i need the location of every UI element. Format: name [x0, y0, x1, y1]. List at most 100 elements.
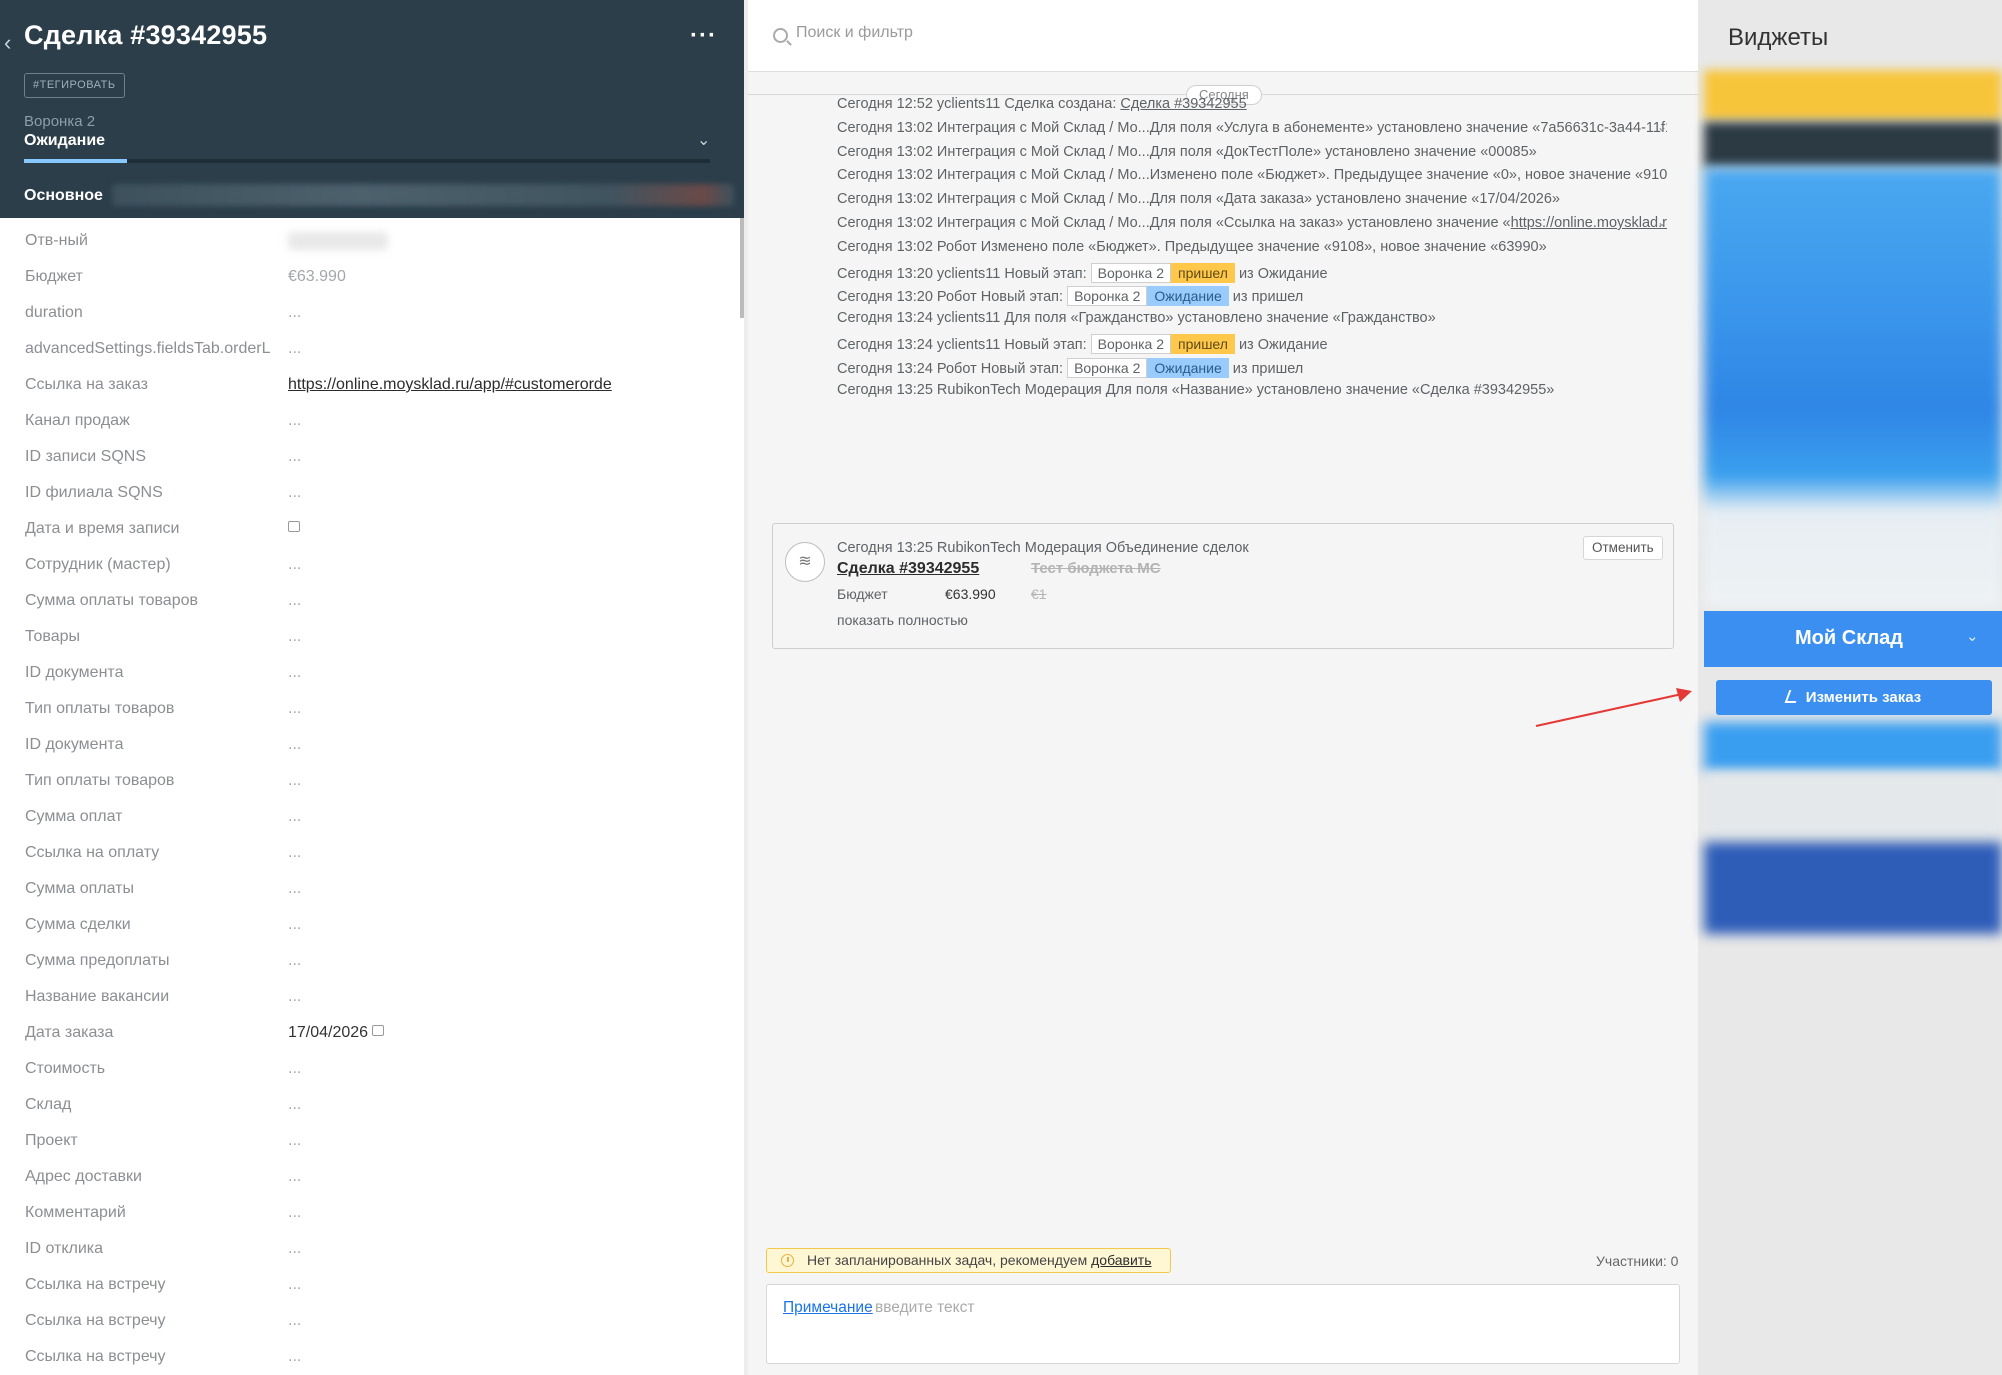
- field-value[interactable]: ...: [288, 736, 301, 754]
- field-label: ID документа: [25, 664, 124, 681]
- field-value[interactable]: ...: [288, 916, 301, 934]
- field-value[interactable]: 17/04/2026: [288, 1024, 385, 1042]
- field-row[interactable]: Ссылка на встречу...: [0, 1312, 740, 1348]
- add-task-link[interactable]: добавить: [1091, 1252, 1151, 1268]
- more-options-button[interactable]: ···: [690, 22, 717, 50]
- field-value[interactable]: ...: [288, 484, 301, 502]
- chevron-down-icon[interactable]: ⌄: [697, 130, 710, 150]
- field-row[interactable]: duration...: [0, 304, 740, 340]
- field-value[interactable]: ...: [288, 628, 301, 646]
- field-row[interactable]: Название вакансии...: [0, 988, 740, 1024]
- field-value[interactable]: ...: [288, 1240, 301, 1258]
- field-row[interactable]: Ссылка на встречу...: [0, 1276, 740, 1312]
- field-row[interactable]: Сумма сделки...: [0, 916, 740, 952]
- field-value[interactable]: ...: [288, 988, 301, 1006]
- field-row[interactable]: Стоимость...: [0, 1060, 740, 1096]
- expand-chevron-icon[interactable]: ⌄: [1657, 120, 1667, 134]
- responsible-user-blurred[interactable]: [288, 232, 388, 250]
- field-value[interactable]: ...: [288, 1348, 301, 1366]
- field-row[interactable]: Склад...: [0, 1096, 740, 1132]
- field-value[interactable]: ...: [288, 700, 301, 718]
- show-all-link[interactable]: показать полностью: [837, 612, 968, 628]
- calendar-icon[interactable]: [288, 521, 300, 533]
- field-row[interactable]: ID документа...: [0, 736, 740, 772]
- event-link[interactable]: https://online.moysklad.ru/ap: [1511, 215, 1667, 231]
- search-input[interactable]: [796, 24, 1396, 42]
- field-value[interactable]: ...: [288, 412, 301, 430]
- field-value-text: ...: [288, 1204, 302, 1221]
- left-scrollbar[interactable]: [740, 218, 744, 318]
- field-value[interactable]: ...: [288, 844, 301, 862]
- field-row[interactable]: Комментарий...: [0, 1204, 740, 1240]
- field-value[interactable]: ...: [288, 592, 301, 610]
- expand-chevron-icon[interactable]: ⌄: [1657, 215, 1667, 229]
- field-value[interactable]: ...: [288, 448, 301, 466]
- field-row[interactable]: Адрес доставки...: [0, 1168, 740, 1204]
- field-row[interactable]: Проект...: [0, 1132, 740, 1168]
- field-row[interactable]: Тип оплаты товаров...: [0, 772, 740, 808]
- field-row[interactable]: Товары...: [0, 628, 740, 664]
- field-value[interactable]: ...: [288, 1060, 301, 1078]
- merge-deal-link[interactable]: Сделка #39342955: [837, 560, 979, 578]
- field-value[interactable]: https://online.moysklad.ru/app/#customer…: [288, 376, 612, 394]
- event-link[interactable]: Сделка #39342955: [1120, 96, 1246, 112]
- field-value[interactable]: ...: [288, 952, 301, 970]
- field-value[interactable]: ...: [288, 772, 301, 790]
- widget-blurred-1[interactable]: [1704, 70, 2002, 120]
- widget-blurred-3[interactable]: [1704, 168, 2002, 608]
- field-row[interactable]: Сумма предоплаты...: [0, 952, 740, 988]
- field-value[interactable]: ...: [288, 304, 301, 322]
- field-value[interactable]: ...: [288, 1096, 301, 1114]
- cancel-button[interactable]: Отменить: [1583, 536, 1663, 560]
- field-row[interactable]: ID записи SQNS...: [0, 448, 740, 484]
- merge-budget-old: €1: [1031, 586, 1047, 602]
- field-row[interactable]: Отв-ный: [0, 232, 740, 268]
- field-row[interactable]: Ссылка на заказ https://online.moysklad.r…: [0, 376, 740, 412]
- field-value[interactable]: ...: [288, 556, 301, 574]
- field-row[interactable]: Сумма оплаты...: [0, 880, 740, 916]
- field-value[interactable]: ...: [288, 664, 301, 682]
- field-row[interactable]: ID документа...: [0, 664, 740, 700]
- field-row[interactable]: Сумма оплаты товаров...: [0, 592, 740, 628]
- field-row[interactable]: ID филиала SQNS...: [0, 484, 740, 520]
- field-row[interactable]: Бюджет €63.990: [0, 268, 740, 304]
- field-label: ID филиала SQNS: [25, 484, 163, 501]
- field-value[interactable]: ...: [288, 808, 301, 826]
- moysklad-widget-header[interactable]: Мой Склад ⌄: [1704, 611, 2002, 667]
- note-input[interactable]: [875, 1299, 1575, 1317]
- field-row[interactable]: Канал продаж...: [0, 412, 740, 448]
- field-row[interactable]: Ссылка на встречу...: [0, 1348, 740, 1375]
- feed-event: Сегодня 13:02 Интеграция с Мой Склад / М…: [837, 120, 1667, 136]
- chevron-down-icon[interactable]: ⌄: [1966, 627, 1979, 645]
- field-value[interactable]: [288, 520, 300, 538]
- widget-blurred-6[interactable]: [1704, 842, 2002, 934]
- widget-blurred-4[interactable]: [1704, 722, 2002, 772]
- note-type-selector[interactable]: Примечание: [783, 1299, 873, 1317]
- tab-main[interactable]: Основное: [24, 187, 103, 205]
- field-value[interactable]: ...: [288, 880, 301, 898]
- field-value[interactable]: ...: [288, 1132, 301, 1150]
- field-row[interactable]: Дата заказа 17/04/2026: [0, 1024, 740, 1060]
- field-value[interactable]: [288, 232, 388, 250]
- field-row[interactable]: ID отклика...: [0, 1240, 740, 1276]
- field-value[interactable]: €63.990: [288, 268, 346, 286]
- field-value[interactable]: ...: [288, 1168, 301, 1186]
- field-value[interactable]: ...: [288, 1276, 301, 1294]
- widget-blurred-2[interactable]: [1704, 122, 2002, 167]
- widget-blurred-5[interactable]: [1704, 772, 2002, 842]
- field-value[interactable]: ...: [288, 1312, 301, 1330]
- edit-order-button[interactable]: Изменить заказ: [1716, 680, 1992, 715]
- field-row[interactable]: Дата и время записи: [0, 520, 740, 556]
- field-row[interactable]: Сотрудник (мастер)...: [0, 556, 740, 592]
- stage-select[interactable]: Ожидание: [24, 132, 105, 150]
- field-row[interactable]: Тип оплаты товаров...: [0, 700, 740, 736]
- tag-button[interactable]: #ТЕГИРОВАТЬ: [24, 73, 125, 98]
- pencil-icon: [1784, 689, 1801, 703]
- field-row[interactable]: advancedSettings.fieldsTab.orderL...: [0, 340, 740, 376]
- calendar-icon[interactable]: [372, 1025, 385, 1037]
- field-row[interactable]: Сумма оплат...: [0, 808, 740, 844]
- field-value[interactable]: ...: [288, 1204, 301, 1222]
- field-value[interactable]: ...: [288, 340, 301, 358]
- field-row[interactable]: Ссылка на оплату...: [0, 844, 740, 880]
- back-arrow-icon[interactable]: ‹: [4, 30, 11, 56]
